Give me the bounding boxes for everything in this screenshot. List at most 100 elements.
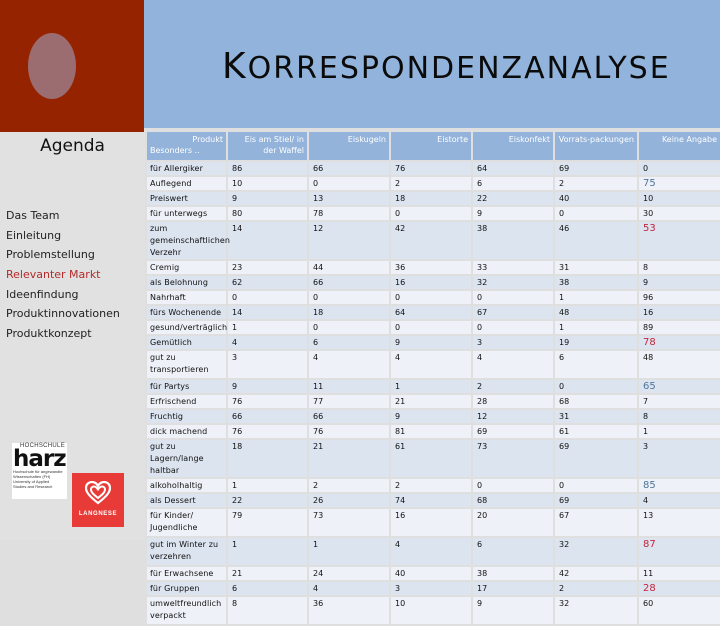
table-cell: 0 <box>391 321 471 334</box>
table-cell: 6 <box>555 351 637 378</box>
table-cell: 0 <box>473 321 553 334</box>
table-cell: 23 <box>228 261 307 274</box>
table-cell: 8 <box>639 410 720 423</box>
corner-top-label: Produkt <box>192 135 223 144</box>
agenda-item-problemstellung[interactable]: Problemstellung <box>6 245 120 265</box>
agenda-item-relevanter-markt[interactable]: Relevanter Markt <box>6 265 120 285</box>
table-row: Fruchtig 66 66 9 12 31 8 <box>147 410 720 423</box>
table-cell: 69 <box>555 162 637 175</box>
row-label: umweltfreundlich verpackt <box>147 597 226 624</box>
table-row: fürs Wochenende 14 18 64 67 48 16 <box>147 306 720 319</box>
table-cell: 78 <box>639 336 720 349</box>
table-cell: 10 <box>228 177 307 190</box>
table-cell: 3 <box>391 582 471 595</box>
table-row: Nahrhaft 0 0 0 0 1 96 <box>147 291 720 304</box>
table-row: zum gemeinschaftlichen Verzehr 14 12 42 38 46… <box>147 222 720 259</box>
table-cell: 24 <box>309 567 389 580</box>
table-cell: 0 <box>309 291 389 304</box>
table-cell: 44 <box>309 261 389 274</box>
table-cell: 77 <box>309 395 389 408</box>
table-cell: 48 <box>639 351 720 378</box>
table-cell: 14 <box>228 222 307 259</box>
agenda-item-das-team[interactable]: Das Team <box>6 206 120 226</box>
table-cell: 28 <box>473 395 553 408</box>
table-cell: 6 <box>228 582 307 595</box>
title-rest: ORRESPONDENZANALYSE <box>247 51 671 86</box>
table-cell: 4 <box>309 351 389 378</box>
column-header: Vorrats-packungen <box>555 132 637 160</box>
table-cell: 4 <box>639 494 720 507</box>
table-cell: 38 <box>473 567 553 580</box>
column-header: Keine Angabe <box>639 132 720 160</box>
table-cell: 0 <box>473 291 553 304</box>
table-cell: 46 <box>555 222 637 259</box>
row-label: für Erwachsene <box>147 567 226 580</box>
table-cell: 48 <box>555 306 637 319</box>
table-cell: 1 <box>555 321 637 334</box>
table-cell: 9 <box>473 207 553 220</box>
table-cell: 16 <box>391 276 471 289</box>
table-row: umweltfreundlich verpackt 8 36 10 9 32 60 <box>147 597 720 624</box>
table-cell: 68 <box>473 494 553 507</box>
table-cell: 9 <box>391 336 471 349</box>
sidebar: Agenda Das Team Einleitung Problemstellung… <box>0 0 145 540</box>
table-cell: 76 <box>228 395 307 408</box>
agenda-item-produktkonzept[interactable]: Produktkonzept <box>6 324 120 344</box>
table-row: für Kinder/ Jugendliche 79 73 16 20 67 13 <box>147 509 720 536</box>
table-cell: 0 <box>473 479 553 492</box>
column-header-corner: Produkt Besonders .. <box>147 132 226 160</box>
table-row: für Erwachsene 21 24 40 38 42 11 <box>147 567 720 580</box>
table-cell: 7 <box>639 395 720 408</box>
row-label: für Allergiker <box>147 162 226 175</box>
table-cell: 4 <box>228 336 307 349</box>
row-label: dick machend <box>147 425 226 438</box>
agenda-item-produktinnovationen[interactable]: Produktinnovationen <box>6 304 120 324</box>
table-cell: 76 <box>228 425 307 438</box>
agenda-item-ideenfindung[interactable]: Ideenfindung <box>6 285 120 305</box>
table-cell: 9 <box>228 380 307 393</box>
table-cell: 68 <box>555 395 637 408</box>
agenda-item-einleitung[interactable]: Einleitung <box>6 226 120 246</box>
highlighted-value: 53 <box>643 223 656 234</box>
row-label: für Partys <box>147 380 226 393</box>
hochschule-harz-logo: HOCHSCHULE harz Hochschule für angewandt… <box>12 443 67 499</box>
table-cell: 4 <box>309 582 389 595</box>
table-cell: 1 <box>639 425 720 438</box>
table-row: als Dessert 22 26 74 68 69 4 <box>147 494 720 507</box>
table-cell: 32 <box>555 597 637 624</box>
table-cell: 12 <box>473 410 553 423</box>
row-label: gut zu Lagern/lange haltbar <box>147 440 226 477</box>
table-cell: 11 <box>639 567 720 580</box>
table-cell: 18 <box>309 306 389 319</box>
highlighted-value: 78 <box>643 337 656 348</box>
table-cell: 21 <box>228 567 307 580</box>
table-row: gut zu Lagern/lange haltbar 18 21 61 73 69 3 <box>147 440 720 477</box>
table-row: gesund/verträglich 1 0 0 0 1 89 <box>147 321 720 334</box>
table-cell: 31 <box>555 410 637 423</box>
table-cell: 61 <box>391 440 471 477</box>
table-cell: 33 <box>473 261 553 274</box>
heart-icon <box>85 481 111 505</box>
table-cell: 10 <box>639 192 720 205</box>
table-cell: 32 <box>555 538 637 565</box>
table-cell: 28 <box>639 582 720 595</box>
table-cell: 2 <box>555 582 637 595</box>
table-cell: 2 <box>555 177 637 190</box>
column-header: Eiskonfekt <box>473 132 553 160</box>
table-cell: 67 <box>555 509 637 536</box>
table-cell: 79 <box>228 509 307 536</box>
table-cell: 74 <box>391 494 471 507</box>
table-row: alkoholhaltig 1 2 2 0 0 85 <box>147 479 720 492</box>
table-cell: 6 <box>309 336 389 349</box>
table-row: Cremig 23 44 36 33 31 8 <box>147 261 720 274</box>
row-label: gut im Winter zu verzehren <box>147 538 226 565</box>
title-initial: K <box>222 46 248 87</box>
table-row: für unterwegs 80 78 0 9 0 30 <box>147 207 720 220</box>
table-cell: 0 <box>228 291 307 304</box>
table-cell: 9 <box>391 410 471 423</box>
table-cell: 3 <box>639 440 720 477</box>
harz-logo-word: harz <box>13 446 67 472</box>
table-cell: 31 <box>555 261 637 274</box>
table-cell: 6 <box>473 177 553 190</box>
table-cell: 8 <box>228 597 307 624</box>
